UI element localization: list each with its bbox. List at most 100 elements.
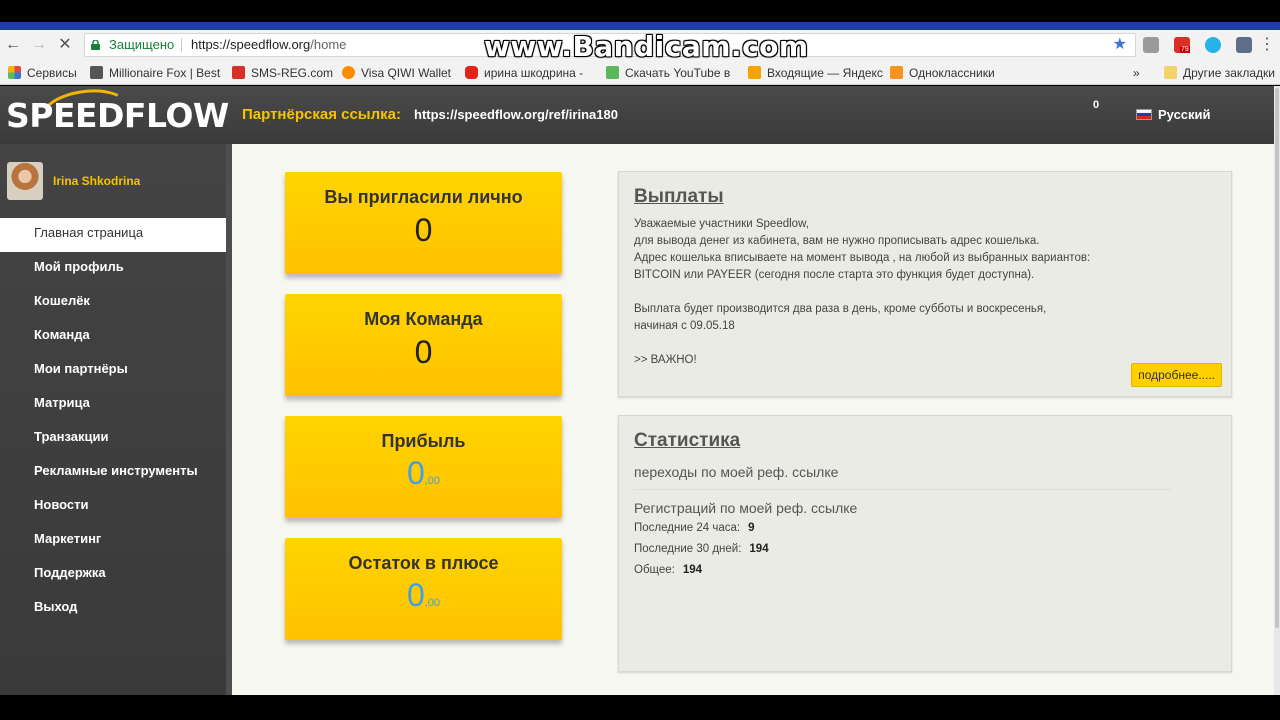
sidebar-item-partners[interactable]: Мои партнёры: [0, 354, 226, 388]
sidebar-item-news[interactable]: Новости: [0, 490, 226, 524]
download-icon: [606, 66, 619, 79]
bookmark-item[interactable]: Одноклассники: [890, 65, 995, 81]
odnoklassniki-icon: [890, 66, 903, 79]
card-title: Остаток в плюсе: [348, 553, 499, 573]
screen-top-bar: [0, 0, 1280, 30]
notification-count[interactable]: 0: [1093, 99, 1099, 111]
statistics-panel: Статистика переходы по моей реф. ссылке …: [618, 415, 1232, 672]
bookmark-star-icon[interactable]: ★: [1113, 34, 1127, 56]
sidebar-item-profile[interactable]: Мой профиль: [0, 252, 226, 286]
card-money: 0,00: [285, 577, 562, 614]
sidebar-item-logout[interactable]: Выход: [0, 592, 226, 626]
sidebar-item-ad-tools[interactable]: Рекламные инструменты: [0, 456, 226, 490]
url-path: /home: [310, 37, 347, 52]
card-title: Моя Команда: [364, 309, 483, 329]
language-selector[interactable]: Русский: [1136, 107, 1211, 122]
bookmark-item[interactable]: Скачать YouTube в: [606, 65, 730, 81]
youtube-icon: [465, 66, 478, 79]
scrollbar-thumb[interactable]: [1275, 88, 1279, 628]
payouts-line: начиная с 09.05.18: [634, 320, 735, 332]
language-label: Русский: [1158, 107, 1211, 122]
sidebar-item-home[interactable]: Главная страница: [0, 218, 226, 252]
payouts-panel: Выплаты Уважаемые участники Speedlow, дл…: [618, 171, 1232, 397]
extension-badge: 79: [1180, 46, 1190, 53]
folder-icon: [1164, 66, 1177, 79]
statistics-title[interactable]: Статистика: [634, 430, 1231, 452]
bookmark-label: Другие закладки: [1183, 66, 1275, 80]
sidebar-menu: Главная страница Мой профиль Кошелёк Ком…: [0, 218, 226, 626]
stat-label: Последние 30 дней:: [634, 543, 742, 555]
stat-label: Общее:: [634, 564, 675, 576]
bookmark-label: Сервисы: [27, 66, 77, 80]
stat-value: 194: [749, 543, 769, 555]
bookmark-item[interactable]: Сервисы: [8, 65, 77, 81]
sidebar-item-marketing[interactable]: Маркетинг: [0, 524, 226, 558]
user-block[interactable]: Irina Shkodrina: [7, 162, 227, 202]
bookmark-item[interactable]: Входящие — Яндекс: [748, 65, 883, 81]
stat-row: Общее: 194: [634, 564, 1216, 579]
back-icon[interactable]: ←: [4, 36, 22, 54]
divider: [634, 489, 1171, 490]
balance-card: Остаток в плюсе 0,00: [285, 538, 562, 640]
stat-row: Последние 24 часа: 9: [634, 522, 1216, 537]
card-title: Вы пригласили лично: [324, 187, 523, 207]
fox-icon: [90, 66, 103, 79]
stat-row: Последние 30 дней: 194: [634, 543, 1216, 558]
payouts-title[interactable]: Выплаты: [634, 186, 1231, 208]
bookmark-item[interactable]: SMS-REG.com: [232, 65, 333, 81]
extension-check-icon[interactable]: [1205, 37, 1221, 53]
bookmark-item[interactable]: Millionaire Fox | Best: [90, 65, 220, 81]
bookmarks-bar: Сервисы Millionaire Fox | Best SMS-REG.c…: [0, 60, 1280, 85]
bookmark-folder[interactable]: Другие закладки: [1164, 65, 1275, 81]
stat-value: 194: [682, 564, 703, 576]
extension-mail-icon[interactable]: 79: [1174, 37, 1190, 53]
registrations-label: Регистраций по моей реф. ссылке: [634, 500, 858, 516]
extension-cast-icon[interactable]: [1143, 37, 1159, 53]
recorder-watermark: www.Bandicam.com: [484, 30, 809, 63]
card-cents: ,00: [424, 475, 441, 487]
card-value: 0: [406, 577, 425, 613]
qiwi-icon: [342, 66, 355, 79]
payouts-line: BITCOIN или PAYEER (сегодня после старта…: [634, 269, 1035, 281]
extension-screen-icon[interactable]: [1236, 37, 1252, 53]
payouts-line: для вывода денег из кабинета, вам не нуж…: [634, 235, 1040, 247]
profit-card: Прибыль 0,00: [285, 416, 562, 518]
payouts-line: [634, 284, 1216, 301]
page-scrollbar[interactable]: [1274, 86, 1280, 695]
bookmarks-overflow-icon[interactable]: »: [1133, 65, 1140, 81]
bookmark-label: Скачать YouTube в: [625, 66, 731, 80]
bookmark-label: Одноклассники: [909, 66, 995, 80]
stat-label: Последние 24 часа:: [634, 522, 741, 534]
sidebar-item-transactions[interactable]: Транзакции: [0, 422, 226, 456]
sidebar-item-matrix[interactable]: Матрица: [0, 388, 226, 422]
address-separator: [181, 38, 182, 52]
sidebar-item-wallet[interactable]: Кошелёк: [0, 286, 226, 320]
team-card: Моя Команда 0: [285, 294, 562, 396]
username: Irina Shkodrina: [53, 174, 141, 188]
card-money: 0,00: [285, 455, 562, 492]
menu-icon[interactable]: ⋮: [1258, 36, 1276, 54]
logo[interactable]: SPEEDFLOW: [6, 96, 229, 135]
card-value: 0: [414, 334, 433, 370]
bookmark-item[interactable]: ирина шкодрина -: [465, 65, 583, 81]
bookmark-item[interactable]: Visa QIWI Wallet: [342, 65, 451, 81]
clicks-label: переходы по моей реф. ссылке: [634, 464, 839, 480]
partner-link[interactable]: https://speedflow.org/ref/irina180: [414, 107, 618, 122]
bookmark-label: ирина шкодрина -: [484, 66, 584, 80]
mail-icon: [748, 66, 761, 79]
more-button[interactable]: подробнее.....: [1131, 363, 1222, 387]
sidebar-item-support[interactable]: Поддержка: [0, 558, 226, 592]
bookmark-label: Входящие — Яндекс: [767, 66, 883, 80]
avatar: [7, 162, 43, 200]
bookmark-label: Visa QIWI Wallet: [361, 66, 452, 80]
bookmark-label: Millionaire Fox | Best: [109, 66, 221, 80]
secure-label: Защищено: [109, 37, 175, 52]
payouts-text: Уважаемые участники Speedlow, для вывода…: [634, 216, 1216, 369]
bookmark-label: SMS-REG.com: [251, 66, 334, 80]
site-header: SPEEDFLOW Партнёрская ссылка: https://sp…: [0, 83, 1274, 144]
forward-icon[interactable]: →: [30, 36, 48, 54]
sidebar-item-team[interactable]: Команда: [0, 320, 226, 354]
stop-icon[interactable]: ✕: [56, 36, 74, 54]
screen-bottom-bar: [0, 695, 1280, 720]
important-link[interactable]: >> ВАЖНО!: [634, 352, 1216, 369]
